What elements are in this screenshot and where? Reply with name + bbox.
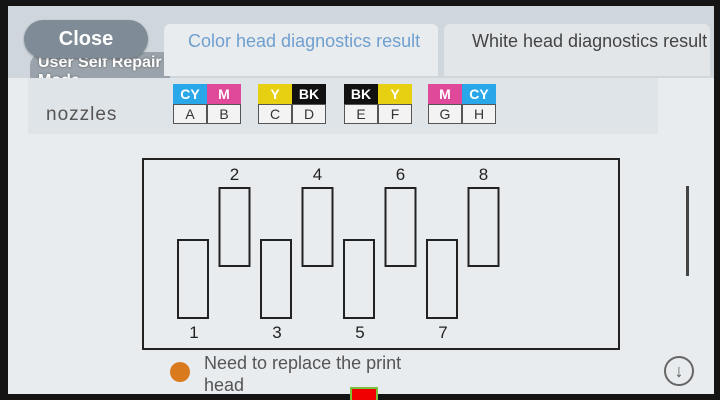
- ink-chip-bk: BK: [344, 84, 378, 104]
- nozzle-letter-a: A: [173, 104, 207, 124]
- head-diagram-svg: 1 2 3 4 5 6 7 8: [177, 165, 500, 342]
- touch-screen: User Self Repair Mode Close Color head d…: [8, 6, 714, 394]
- nozzle-letter-g: G: [428, 104, 462, 124]
- ink-chip-y: Y: [258, 84, 292, 104]
- print-head-2: [218, 187, 251, 267]
- head-number-label: 1: [189, 323, 198, 342]
- nozzle-pair-ef: BK Y E F: [344, 84, 412, 124]
- head-number-label: 8: [479, 165, 488, 184]
- head-number-label: 3: [272, 323, 281, 342]
- head-number-label: 4: [313, 165, 322, 184]
- print-head-3: [260, 239, 292, 319]
- red-marker: [350, 387, 378, 400]
- head-number-label: 5: [355, 323, 364, 342]
- scrollbar[interactable]: [686, 186, 689, 276]
- ink-chip-cy: CY: [173, 84, 207, 104]
- nozzle-letter-b: B: [207, 104, 241, 124]
- nozzle-pair-cd: Y BK C D: [258, 84, 326, 124]
- head-number-label: 7: [438, 323, 447, 342]
- ink-chip-m: M: [428, 84, 462, 104]
- print-head-6: [384, 187, 417, 267]
- nozzle-letter-h: H: [462, 104, 496, 124]
- nozzle-pair-gh: M CY G H: [428, 84, 496, 124]
- arrow-down-icon[interactable]: ↓: [664, 356, 694, 386]
- ink-chip-y: Y: [378, 84, 412, 104]
- print-head-4: [301, 187, 334, 267]
- print-head-7: [426, 239, 458, 319]
- nozzles-label: nozzles: [46, 104, 118, 125]
- print-head-1: [177, 239, 209, 319]
- nozzle-letter-f: F: [378, 104, 412, 124]
- tab-white-head-diagnostics[interactable]: White head diagnostics result: [444, 24, 710, 76]
- nozzle-legend-row: [28, 78, 658, 134]
- close-button[interactable]: Close: [24, 20, 148, 58]
- head-diagnostics-diagram: 1 2 3 4 5 6 7 8: [142, 158, 620, 350]
- head-number-label: 2: [230, 165, 239, 184]
- tab-color-head-diagnostics[interactable]: Color head diagnostics result: [164, 24, 438, 76]
- ink-chip-bk: BK: [292, 84, 326, 104]
- status-indicator-icon: [170, 362, 190, 382]
- head-number-label: 6: [396, 165, 405, 184]
- nozzle-letter-e: E: [344, 104, 378, 124]
- nozzle-letter-d: D: [292, 104, 326, 124]
- ink-chip-cy: CY: [462, 84, 496, 104]
- print-head-5: [343, 239, 375, 319]
- ink-chip-m: M: [207, 84, 241, 104]
- nozzle-pair-ab: CY M A B: [173, 84, 241, 124]
- status-message: Need to replace the print head: [204, 353, 402, 394]
- nozzle-letter-c: C: [258, 104, 292, 124]
- print-head-8: [467, 187, 500, 267]
